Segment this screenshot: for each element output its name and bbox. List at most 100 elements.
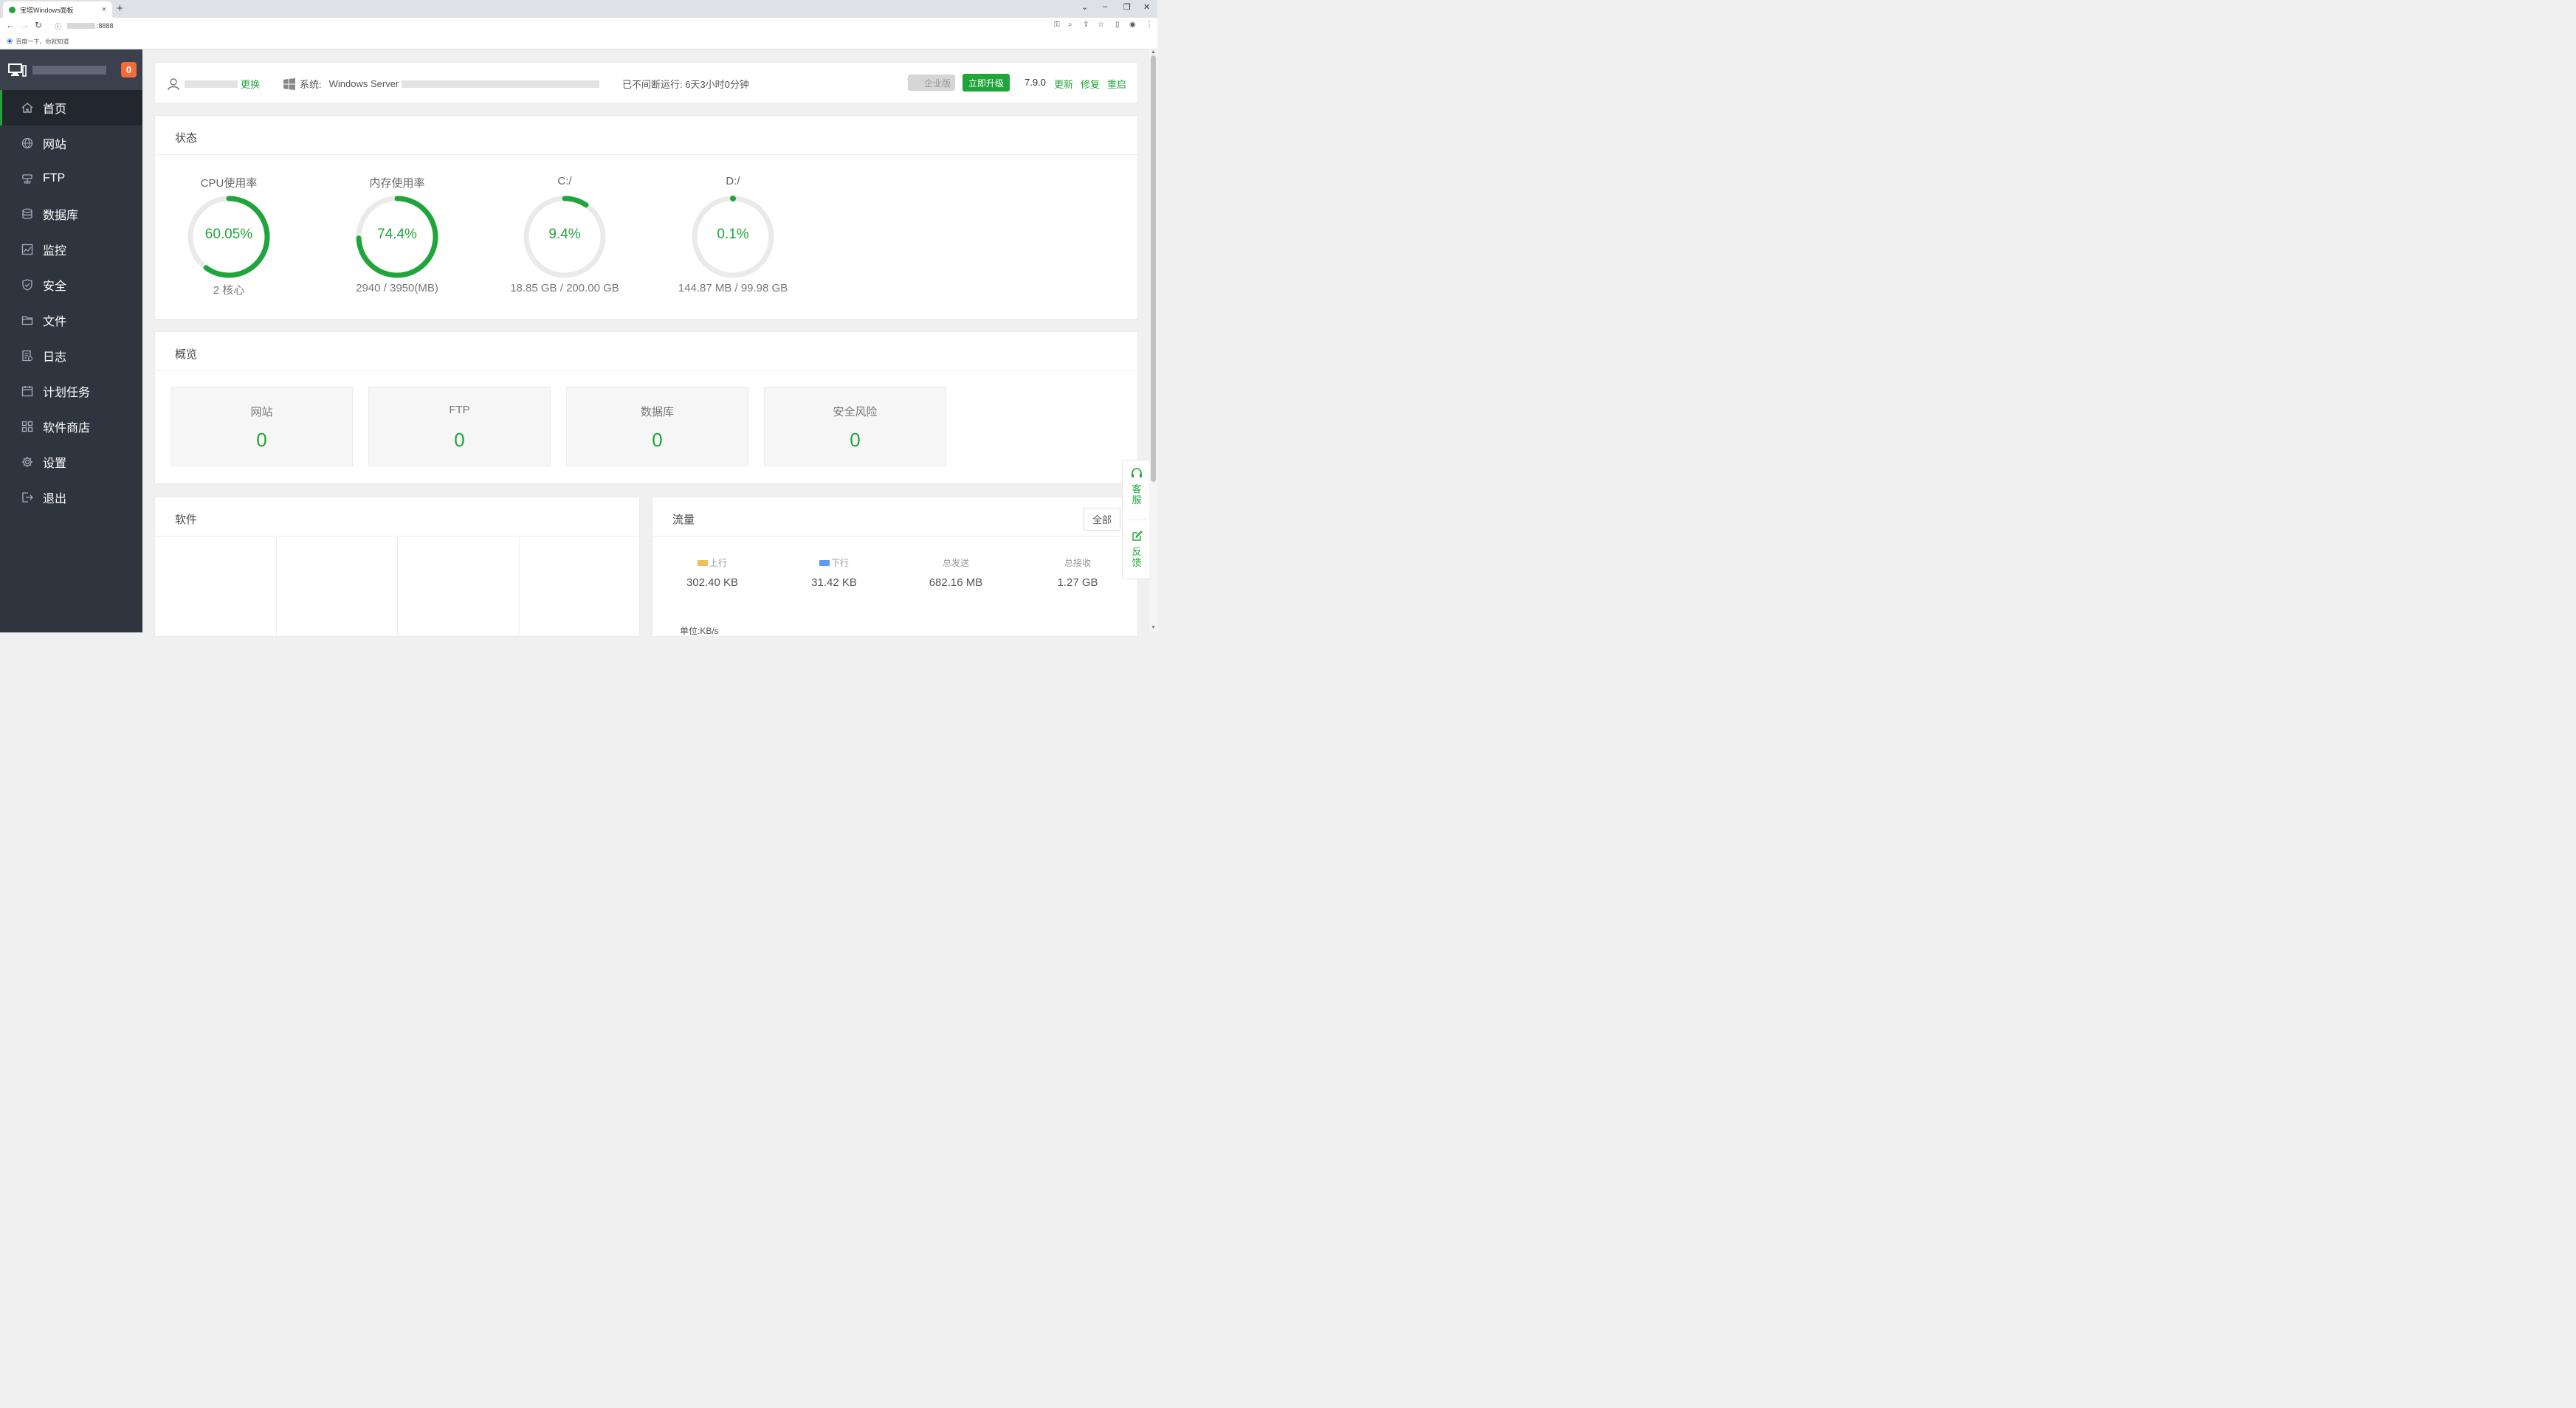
sidebar-item-label: 退出: [43, 493, 67, 505]
traffic-filter-select[interactable]: 全部: [1084, 508, 1120, 531]
site-info-icon[interactable]: ⓘ: [55, 21, 61, 31]
sidebar-item-8[interactable]: 计划任务: [0, 373, 142, 409]
sidebar-item-label: 数据库: [43, 210, 79, 222]
system-version-redacted: [402, 80, 600, 88]
page-scrollbar[interactable]: ▲ ▼: [1149, 49, 1157, 632]
logout-icon: [21, 491, 33, 503]
overview-card-label: 数据库: [640, 406, 674, 418]
database-icon: [21, 208, 33, 220]
share-icon[interactable]: ⇪: [1083, 21, 1089, 29]
forward-icon[interactable]: →: [21, 20, 30, 30]
legend-swatch: [697, 559, 708, 566]
gauge-1[interactable]: 内存使用率 74.4% 2940 / 3950(MB): [323, 175, 471, 300]
overview-title: 概览: [175, 348, 198, 361]
traffic-stat-label: 总接收: [1064, 558, 1091, 568]
browser-tab[interactable]: 宝塔Windows面板 ×: [3, 1, 112, 18]
sidebar-item-5[interactable]: 安全: [0, 267, 142, 303]
maximize-button[interactable]: ❐: [1123, 2, 1131, 12]
traffic-unit: 单位:KB/s: [680, 626, 719, 636]
traffic-panel: 流量 全部 上行 302.40 KB 下行 31.42 KB 总发送 682.16 MB 总…: [652, 497, 1139, 637]
monitor-chart-icon: [21, 244, 33, 255]
system-info: 系统: Windows Server: [283, 77, 600, 91]
sidebar-item-9[interactable]: 软件商店: [0, 409, 142, 444]
globe-icon: [21, 137, 33, 149]
scroll-up-arrow-icon[interactable]: ▲: [1151, 49, 1156, 55]
url-field[interactable]: ⓘ :8888: [50, 20, 1047, 32]
sidebar: 0 首页 网站 FTP 数据库监控安全文件 日志 计划任务 软件商店 设置退出: [0, 49, 142, 632]
scroll-down-arrow-icon[interactable]: ▼: [1151, 625, 1156, 630]
tab-title: 宝塔Windows面板: [20, 6, 74, 14]
apps-icon: [21, 421, 33, 432]
status-divider: [155, 154, 1139, 155]
update-link[interactable]: 更新: [1054, 77, 1073, 91]
sidebar-item-0[interactable]: 首页: [0, 90, 142, 125]
sidebar-item-3[interactable]: 数据库: [0, 196, 142, 232]
sidebar-item-10[interactable]: 设置: [0, 444, 142, 480]
notification-badge[interactable]: 0: [121, 62, 137, 77]
user-info: 更换: [167, 77, 260, 91]
monitor-icon: [8, 63, 27, 77]
overview-card-2[interactable]: 数据库 0: [566, 387, 748, 466]
overview-card-1[interactable]: FTP 0: [368, 387, 551, 466]
sidebar-item-6[interactable]: 文件: [0, 303, 142, 338]
repair-link[interactable]: 修复: [1081, 77, 1100, 91]
calendar-icon: [21, 385, 33, 397]
customer-service-button[interactable]: 客服: [1123, 468, 1151, 505]
sidebar-item-7[interactable]: 日志: [0, 338, 142, 373]
star-icon[interactable]: ☆: [1098, 21, 1104, 29]
sidebar-item-label: 安全: [43, 280, 67, 293]
gauge-0[interactable]: CPU使用率 60.05% 2 核心: [155, 175, 303, 300]
enterprise-badge: 企业版: [908, 75, 955, 91]
reload-icon[interactable]: ↻: [35, 20, 42, 30]
back-icon[interactable]: ←: [6, 20, 15, 30]
minimize-button[interactable]: –: [1103, 2, 1107, 11]
overview-divider: [155, 370, 1139, 371]
windows-icon: [283, 77, 295, 90]
edit-icon: [1132, 531, 1143, 541]
tab-search-icon[interactable]: ⌄: [1081, 2, 1088, 12]
gauge-3[interactable]: D:/ 0.1% 144.87 MB / 99.98 GB: [659, 175, 807, 300]
change-user-link[interactable]: 更换: [241, 77, 260, 91]
tab-close-icon[interactable]: ×: [102, 5, 106, 14]
log-icon: [21, 350, 33, 362]
gauge-detail: 2940 / 3950(MB): [356, 282, 438, 294]
zoom-icon[interactable]: ⌕: [1068, 21, 1072, 29]
overview-card-0[interactable]: 网站 0: [171, 387, 353, 466]
overview-card-label: FTP: [449, 404, 470, 416]
sidebar-item-2[interactable]: FTP: [0, 161, 142, 196]
browser-menu-icon[interactable]: ⋮: [1146, 21, 1153, 29]
feedback-button[interactable]: 反馈: [1123, 531, 1151, 568]
status-title: 状态: [175, 132, 198, 145]
sidebar-menu: 首页 网站 FTP 数据库监控安全文件 日志 计划任务 软件商店 设置退出: [0, 90, 142, 515]
traffic-title: 流量: [672, 514, 695, 526]
url-host-redacted: [67, 23, 96, 29]
folder-icon: [21, 314, 33, 326]
uptime-text: 已不间断运行: 6天3小时0分钟: [622, 79, 749, 90]
gauge-detail: 18.85 GB / 200.00 GB: [510, 282, 619, 294]
traffic-stat-value: 31.42 KB: [811, 576, 857, 589]
gauge-title: 内存使用率: [369, 177, 425, 190]
side-panel-icon[interactable]: ▯: [1115, 21, 1120, 29]
address-bar: ← → ↻ ⓘ :8888 ⚿ ⌕ ⇪ ☆ ▯ ◉ ⋮: [0, 18, 1157, 34]
sidebar-item-1[interactable]: 网站: [0, 125, 142, 161]
bookmark-baidu[interactable]: 百度一下，你就知道: [16, 38, 69, 46]
software-panel: 软件: [154, 497, 641, 641]
customer-service-label: 客服: [1132, 483, 1142, 505]
traffic-stat-2: 总发送 682.16 MB: [904, 556, 1008, 589]
favicon-icon: [9, 6, 16, 13]
close-window-button[interactable]: ✕: [1143, 2, 1150, 12]
key-icon[interactable]: ⚿: [1054, 21, 1060, 29]
sidebar-item-4[interactable]: 监控: [0, 232, 142, 267]
gauge-value: 9.4%: [548, 227, 581, 242]
scroll-thumb[interactable]: [1151, 55, 1156, 482]
gauge-detail: 2 核心: [213, 284, 245, 297]
gauge-2[interactable]: C:/ 9.4% 18.85 GB / 200.00 GB: [491, 175, 638, 300]
user-icon: [168, 77, 179, 90]
upgrade-button[interactable]: 立即升级: [962, 74, 1010, 92]
overview-card-3[interactable]: 安全风险 0: [764, 387, 946, 466]
new-tab-button[interactable]: +: [117, 2, 123, 15]
restart-link[interactable]: 重启: [1107, 77, 1126, 91]
sidebar-item-11[interactable]: 退出: [0, 480, 142, 515]
overview-card-label: 安全风险: [833, 406, 878, 418]
profile-icon[interactable]: ◉: [1129, 21, 1136, 29]
